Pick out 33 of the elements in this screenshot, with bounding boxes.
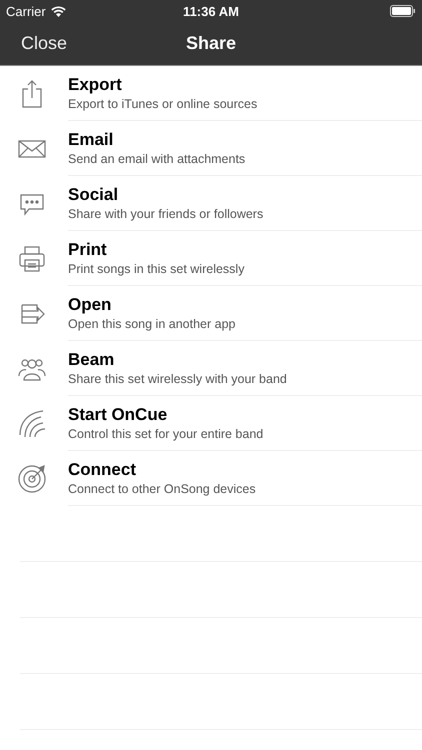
share-option[interactable]: Open Open this song in another app — [0, 286, 422, 341]
option-title: Connect — [68, 460, 136, 480]
share-option[interactable]: Beam Share this set wirelessly with your band — [0, 341, 422, 396]
share-option[interactable]: Print Print songs in this set wirelessly — [0, 231, 422, 286]
option-title: Email — [68, 130, 114, 150]
printer-icon — [17, 244, 47, 274]
option-title: Social — [68, 185, 118, 205]
target-icon — [17, 464, 47, 494]
option-title: Start OnCue — [68, 405, 168, 425]
option-title: Beam — [68, 350, 114, 370]
option-title: Print — [68, 240, 107, 260]
option-subtitle: Print songs in this set wirelessly — [68, 262, 244, 276]
wifi-icon — [50, 6, 66, 16]
share-option[interactable]: Start OnCue Control this set for your entire band — [0, 396, 422, 451]
carrier-label: Carrier — [6, 4, 46, 18]
option-subtitle: Connect to other OnSong devices — [68, 482, 256, 496]
option-subtitle: Share with your friends or followers — [68, 207, 264, 221]
share-option[interactable]: Export Export to iTunes or online sources — [0, 66, 422, 121]
option-subtitle: Open this song in another app — [68, 317, 236, 331]
status-time: 11:36 AM — [183, 4, 239, 18]
battery-icon — [390, 5, 416, 17]
option-subtitle: Share this set wirelessly with your band — [68, 372, 287, 386]
share-option[interactable]: Social Share with your friends or followers — [0, 176, 422, 231]
option-title: Open — [68, 295, 112, 315]
close-button[interactable]: Close — [0, 33, 68, 54]
option-title: Export — [68, 75, 122, 95]
option-subtitle: Control this set for your entire band — [68, 427, 264, 441]
share-option[interactable]: Connect Connect to other OnSong devices — [0, 451, 422, 506]
option-subtitle: Send an email with attachments — [68, 152, 246, 166]
share-option[interactable]: Email Send an email with attachments — [0, 121, 422, 176]
nav-title: Share — [186, 33, 236, 54]
option-subtitle: Export to iTunes or online sources — [68, 97, 258, 111]
signal-waves-icon — [17, 408, 47, 438]
